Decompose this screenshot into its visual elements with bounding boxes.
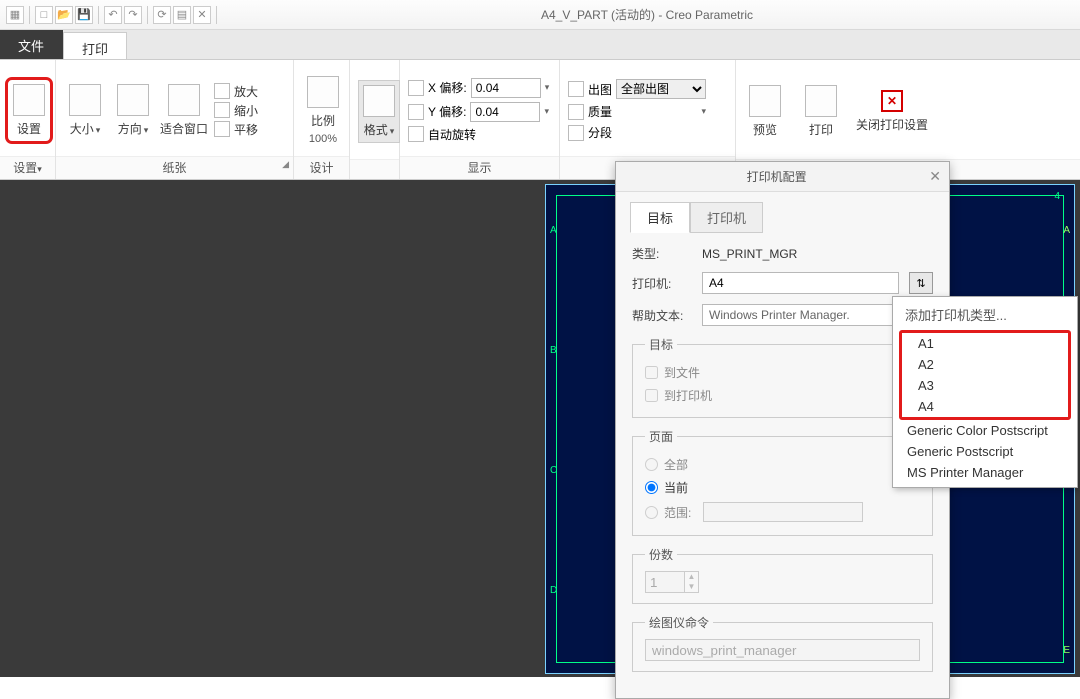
preview-icon: [749, 85, 781, 117]
group-label-settings: 设置: [13, 161, 37, 175]
save-icon[interactable]: 💾: [75, 6, 93, 24]
zoom-out-icon: [214, 102, 230, 118]
page-all-radio: [645, 458, 658, 471]
page-current-radio[interactable]: [645, 481, 658, 494]
command-input: [645, 639, 920, 661]
arrows-icon: ⇅: [916, 277, 925, 290]
popup-item-gp[interactable]: Generic Postscript: [893, 441, 1077, 462]
scale-icon: [307, 76, 339, 108]
y-offset-icon: [408, 104, 424, 120]
page-range-input: [703, 502, 863, 522]
popup-item-ms[interactable]: MS Printer Manager: [893, 462, 1077, 483]
zoom-in-button[interactable]: 放大: [214, 83, 258, 100]
y-offset-label: Y 偏移:: [428, 103, 466, 120]
fit-window-button[interactable]: 适合窗口: [160, 84, 208, 137]
dialog-tab-target[interactable]: 目标: [630, 202, 690, 233]
settings-button[interactable]: 设置: [8, 80, 50, 141]
zoom-out-button[interactable]: 缩小: [214, 102, 258, 119]
printer-picker-button[interactable]: ⇅: [909, 272, 933, 294]
close-win-icon[interactable]: ✕: [193, 6, 211, 24]
copies-legend: 份数: [645, 546, 677, 563]
y-offset-input[interactable]: [470, 102, 540, 122]
quality-button[interactable]: 质量▾: [568, 103, 706, 120]
copies-input: [645, 571, 685, 593]
dialog-tab-printer[interactable]: 打印机: [690, 202, 763, 233]
popup-item-a4[interactable]: A4: [904, 396, 1066, 417]
command-fieldset: 绘图仪命令: [632, 614, 933, 672]
orientation-button[interactable]: 方向: [112, 84, 154, 137]
pan-button[interactable]: 平移: [214, 121, 258, 138]
printer-icon: [805, 85, 837, 117]
main-tabs: 文件 打印: [0, 30, 1080, 60]
output-select[interactable]: 全部出图: [616, 79, 706, 99]
printer-label: 打印机:: [632, 275, 692, 292]
segment-button[interactable]: 分段: [568, 124, 706, 141]
page-range-radio: [645, 506, 658, 519]
popup-item-a2[interactable]: A2: [904, 354, 1066, 375]
close-print-button[interactable]: ✕关闭打印设置: [856, 90, 928, 133]
format-icon: [363, 85, 395, 117]
tab-file[interactable]: 文件: [0, 30, 63, 59]
window-icon[interactable]: ▤: [173, 6, 191, 24]
x-offset-icon: [408, 80, 424, 96]
segment-icon: [568, 125, 584, 141]
printer-input[interactable]: [702, 272, 899, 294]
scale-button[interactable]: 比例100%: [302, 76, 344, 145]
fit-icon: [168, 84, 200, 116]
zoom-in-icon: [214, 83, 230, 99]
close-icon: ✕: [881, 90, 903, 112]
print-button[interactable]: 打印: [800, 85, 842, 138]
copies-fieldset: 份数 ▲▼: [632, 546, 933, 604]
popup-header[interactable]: 添加打印机类型...: [893, 301, 1077, 330]
type-value: MS_PRINT_MGR: [702, 247, 797, 261]
new-icon[interactable]: □: [35, 6, 53, 24]
pan-icon: [214, 121, 230, 137]
auto-rotate-toggle[interactable]: 自动旋转: [408, 126, 549, 143]
settings-label: 设置: [17, 120, 41, 137]
printer-type-popup: 添加打印机类型... A1 A2 A3 A4 Generic Color Pos…: [892, 296, 1078, 488]
size-button[interactable]: 大小: [64, 84, 106, 137]
size-icon: [69, 84, 101, 116]
highlight-box: A1 A2 A3 A4: [899, 330, 1071, 420]
type-label: 类型:: [632, 245, 692, 262]
preview-button[interactable]: 预览: [744, 85, 786, 138]
command-legend: 绘图仪命令: [645, 614, 713, 631]
format-button[interactable]: 格式: [358, 80, 400, 143]
popup-item-gcp[interactable]: Generic Color Postscript: [893, 420, 1077, 441]
rotate-icon: [408, 126, 424, 142]
popup-item-a3[interactable]: A3: [904, 375, 1066, 396]
group-label-paper: 纸张: [162, 161, 186, 175]
quality-icon: [568, 104, 584, 120]
title-bar: ▦ □ 📂 💾 ↶ ↷ ⟳ ▤ ✕ A4_V_PART (活动的) - Creo…: [0, 0, 1080, 30]
settings-icon: [13, 84, 45, 116]
window-title: A4_V_PART (活动的) - Creo Parametric: [220, 6, 1074, 23]
page-legend: 页面: [645, 428, 677, 445]
dialog-title: 打印机配置: [624, 168, 929, 185]
tab-print[interactable]: 打印: [63, 32, 127, 59]
redo-icon[interactable]: ↷: [124, 6, 142, 24]
target-fieldset: 目标 到文件 到打印机: [632, 336, 933, 418]
output-label: 出图: [588, 81, 612, 98]
dialog-close-button[interactable]: ✕: [929, 168, 941, 185]
group-label-display: 显示: [400, 156, 559, 179]
page-fieldset: 页面 全部 当前 范围:: [632, 428, 933, 536]
open-icon[interactable]: 📂: [55, 6, 73, 24]
x-offset-input[interactable]: [471, 78, 541, 98]
help-label: 帮助文本:: [632, 307, 692, 324]
to-file-checkbox: [645, 366, 658, 379]
output-icon: [568, 81, 584, 97]
group-label-design: 设计: [294, 156, 349, 179]
popup-item-a1[interactable]: A1: [904, 333, 1066, 354]
target-legend: 目标: [645, 336, 677, 353]
to-printer-checkbox: [645, 389, 658, 402]
orientation-icon: [117, 84, 149, 116]
regen-icon[interactable]: ⟳: [153, 6, 171, 24]
undo-icon[interactable]: ↶: [104, 6, 122, 24]
app-icon: ▦: [6, 6, 24, 24]
x-offset-label: X 偏移:: [428, 79, 467, 96]
